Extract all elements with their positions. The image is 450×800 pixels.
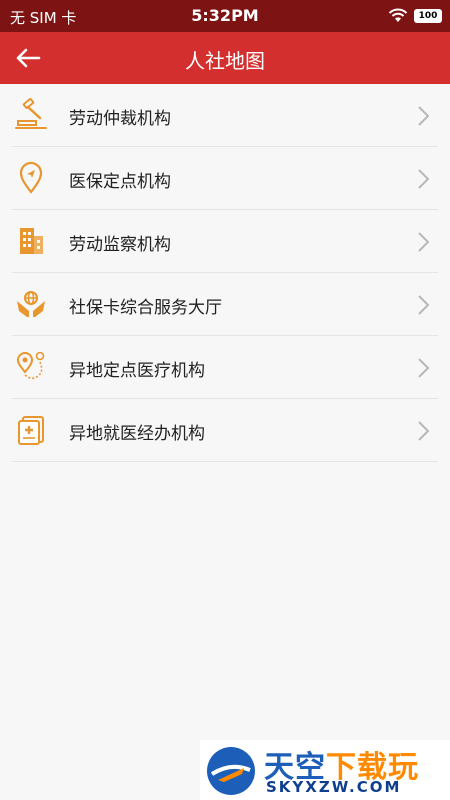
- list-item-remote-medical-institution[interactable]: 异地定点医疗机构: [12, 336, 438, 399]
- medical-document-icon: [18, 416, 44, 445]
- list-item-label: 社保卡综合服务大厅: [69, 298, 222, 318]
- site-watermark: 天空下载玩 SKYXZW.COM: [200, 740, 450, 800]
- page-title: 人社地图: [185, 49, 265, 73]
- list-item-label: 劳动仲裁机构: [69, 109, 171, 129]
- location-pin-icon: [19, 161, 43, 194]
- gavel-icon: [15, 98, 47, 129]
- list-item-remote-medical-agency[interactable]: 异地就医经办机构: [12, 399, 438, 462]
- status-bar: 无 SIM 卡 5:32PM 100: [0, 0, 450, 32]
- site-logo-icon: [207, 747, 255, 795]
- wifi-icon: [388, 8, 408, 22]
- list-item-label: 医保定点机构: [69, 172, 171, 192]
- list-item-label: 异地定点医疗机构: [69, 361, 205, 381]
- list-item-social-security-hall[interactable]: 社保卡综合服务大厅: [12, 273, 438, 336]
- institution-list: 劳动仲裁机构 医保定点机构 劳动监察机构 社保卡综合服务大厅 异地定点医疗机构 …: [0, 84, 450, 462]
- list-item-medical-insurance[interactable]: 医保定点机构: [12, 147, 438, 210]
- chevron-right-icon: [418, 421, 430, 441]
- list-item-labor-arbitration[interactable]: 劳动仲裁机构: [12, 84, 438, 147]
- chevron-right-icon: [418, 358, 430, 378]
- building-icon: [20, 228, 43, 254]
- list-item-labor-inspection[interactable]: 劳动监察机构: [12, 210, 438, 273]
- status-time: 5:32PM: [191, 6, 259, 25]
- route-pin-icon: [16, 351, 45, 380]
- nav-bar: 人社地图: [0, 32, 450, 84]
- battery-indicator: 100: [414, 9, 442, 23]
- chevron-right-icon: [418, 232, 430, 252]
- list-item-label: 劳动监察机构: [69, 235, 171, 255]
- watermark-url: SKYXZW.COM: [266, 778, 402, 796]
- chevron-right-icon: [418, 169, 430, 189]
- chevron-right-icon: [418, 106, 430, 126]
- chevron-right-icon: [418, 295, 430, 315]
- hands-globe-icon: [17, 291, 45, 317]
- list-item-label: 异地就医经办机构: [69, 424, 205, 444]
